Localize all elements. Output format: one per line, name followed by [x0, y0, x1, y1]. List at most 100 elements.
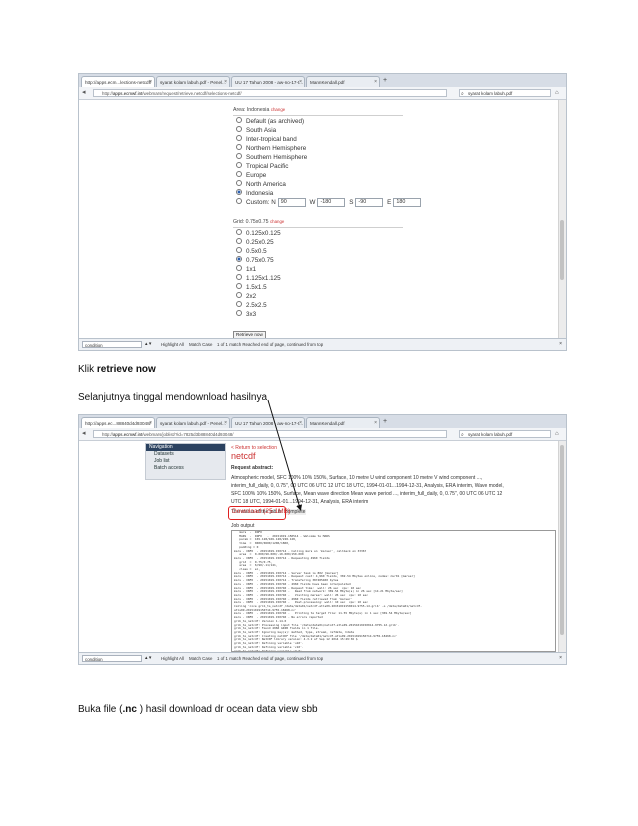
close-icon[interactable]: × [224, 418, 227, 428]
nav-item-datasets[interactable]: Datasets [146, 451, 225, 458]
change-link[interactable]: change [271, 107, 285, 112]
scrollbar[interactable] [558, 100, 566, 338]
close-icon[interactable]: × [224, 77, 227, 87]
scrollbar-thumb[interactable] [560, 220, 564, 280]
caption-2-text: Selanjutnya tinggal mendownload hasilnya [78, 392, 268, 403]
area-option[interactable]: Northern Hemisphere [236, 144, 306, 153]
close-icon[interactable]: × [559, 339, 562, 350]
new-tab-icon[interactable]: + [383, 418, 387, 426]
browser-tab[interactable]: MannKendall.pdf × [306, 76, 380, 87]
area-option[interactable]: North America [236, 180, 286, 189]
close-icon[interactable]: × [559, 653, 562, 664]
browser-tab[interactable]: MannKendall.pdf × [306, 417, 380, 428]
browser-tab[interactable]: syarat kolam labuh.pdf - Penel... × [156, 417, 230, 428]
grid-option[interactable]: 1.5x1.5 [236, 283, 267, 292]
area-option[interactable]: South Asia [236, 126, 276, 135]
new-tab-icon[interactable]: + [383, 77, 387, 85]
find-input[interactable]: condition [82, 341, 142, 348]
option-label: 3x3 [246, 311, 257, 318]
grid-option[interactable]: 0.25x0.25 [236, 238, 274, 247]
nav-item-batch-access[interactable]: Batch access [146, 465, 225, 472]
option-label: South Asia [246, 127, 277, 134]
area-option[interactable]: Southern Hemisphere [236, 153, 307, 162]
search-input[interactable]: ⌕ syarat kolam labuh.pdf [459, 430, 551, 438]
address-bar[interactable]: http://apps.ecmwf.int/webmars/joblist/?i… [93, 430, 447, 438]
browser-tab[interactable]: UU 17 Tahun 2008 - aw-no-17-t... × [231, 417, 305, 428]
browser-tab[interactable]: UU 17 Tahun 2008 - aw-no-17-t... × [231, 76, 305, 87]
area-option[interactable]: Tropical Pacific [236, 162, 288, 171]
close-icon[interactable]: × [374, 418, 377, 428]
south-input[interactable]: -90 [355, 198, 384, 207]
url-path: /webmars/request/retrieve.netcdf/selecti… [142, 91, 242, 96]
find-status: 1 of 1 match Reached end of page, contin… [217, 342, 324, 347]
close-icon[interactable]: × [299, 77, 302, 87]
grid-option-selected[interactable]: 0.75x0.75 [236, 256, 274, 265]
home-icon[interactable]: ⌂ [555, 89, 559, 97]
find-prev-next-icon[interactable]: ▴ ▾ [145, 339, 151, 350]
match-case-toggle[interactable]: Match Case [189, 339, 212, 350]
north-input[interactable]: 90 [277, 198, 306, 207]
option-label: 0.75x0.75 [246, 257, 274, 264]
grid-option[interactable]: 0.125x0.125 [236, 229, 281, 238]
scrollbar[interactable] [558, 441, 566, 652]
scrollbar-thumb[interactable] [560, 445, 564, 635]
page-content: Navigation Datasets Job list Batch acces… [79, 441, 566, 652]
option-label: Southern Hemisphere [246, 154, 308, 161]
tab-label: MannKendall.pdf [310, 421, 345, 426]
change-link[interactable]: change [270, 219, 284, 224]
option-label: 2.5x2.5 [246, 302, 267, 309]
back-arrow-icon[interactable]: ◂ [82, 430, 86, 438]
grid-option[interactable]: 1x1 [236, 265, 256, 274]
back-arrow-icon[interactable]: ◂ [82, 89, 86, 97]
area-option[interactable]: Europe [236, 171, 266, 180]
download-link[interactable]: Download (25.1MB) [232, 508, 290, 515]
option-label: Europe [246, 172, 267, 179]
tab-label: MannKendall.pdf [310, 80, 345, 85]
address-bar[interactable]: http://apps.ecmwf.int/webmars/request/re… [93, 89, 447, 97]
divider [233, 115, 403, 116]
west-input[interactable]: -180 [317, 198, 346, 207]
grid-option[interactable]: 2.5x2.5 [236, 301, 267, 310]
job-output-log[interactable]: mars - INFO MARS - INFO - 20151019.15051… [231, 530, 556, 652]
side-navigation: Navigation Datasets Job list Batch acces… [145, 443, 226, 480]
highlight-all-toggle[interactable]: Highlight All [161, 653, 184, 664]
option-label: 1x1 [246, 266, 257, 273]
grid-option[interactable]: 1.125x1.125 [236, 274, 281, 283]
grid-option[interactable]: 3x3 [236, 310, 256, 319]
search-input[interactable]: ⌕ syarat kolam labuh.pdf [459, 89, 551, 97]
option-label: North America [246, 181, 286, 188]
option-label: Northern Hemisphere [246, 145, 307, 152]
area-label: Area: Indonesia [233, 107, 270, 113]
browser-tab[interactable]: http://apps.ec...88840d4d93048/× [81, 417, 155, 428]
area-option-custom[interactable]: Custom: N 90 W -180 S -90 E 180 [236, 198, 423, 207]
nav-item-job-list[interactable]: Job list [146, 458, 225, 465]
close-icon[interactable]: × [299, 418, 302, 428]
radio-icon [236, 171, 242, 177]
area-option-selected[interactable]: Indonesia [236, 189, 273, 198]
close-icon[interactable]: × [149, 77, 152, 87]
close-icon[interactable]: × [149, 418, 152, 428]
match-case-toggle[interactable]: Match Case [189, 653, 212, 664]
area-option[interactable]: Inter-tropical band [236, 135, 297, 144]
highlight-all-toggle[interactable]: Highlight All [161, 339, 184, 350]
navigation-header: Navigation [146, 444, 225, 451]
find-input[interactable]: condition [82, 655, 142, 662]
grid-option[interactable]: 0.5x0.5 [236, 247, 267, 256]
caption-1: Klik retrieve now [78, 364, 156, 375]
east-input[interactable]: 180 [393, 198, 422, 207]
area-option[interactable]: Default (as archived) [236, 117, 304, 126]
home-icon[interactable]: ⌂ [555, 430, 559, 438]
grid-option[interactable]: 2x2 [236, 292, 256, 301]
radio-icon [236, 274, 242, 280]
tab-label: http://apps.ec...88840d4d93048/ [85, 421, 151, 426]
radio-icon [236, 301, 242, 307]
radio-selected-icon [236, 256, 242, 262]
east-label: E [387, 199, 392, 206]
radio-icon [236, 265, 242, 271]
close-icon[interactable]: × [374, 77, 377, 87]
find-status: 1 of 1 match Reached end of page, contin… [217, 656, 324, 661]
browser-tab[interactable]: http://apps.ecm...lections-netcdf/× [81, 76, 155, 87]
browser-tab[interactable]: syarat kolam labuh.pdf - Penel... × [156, 76, 230, 87]
request-abstract-label: Request abstract: [231, 465, 274, 471]
find-prev-next-icon[interactable]: ▴ ▾ [145, 653, 151, 664]
